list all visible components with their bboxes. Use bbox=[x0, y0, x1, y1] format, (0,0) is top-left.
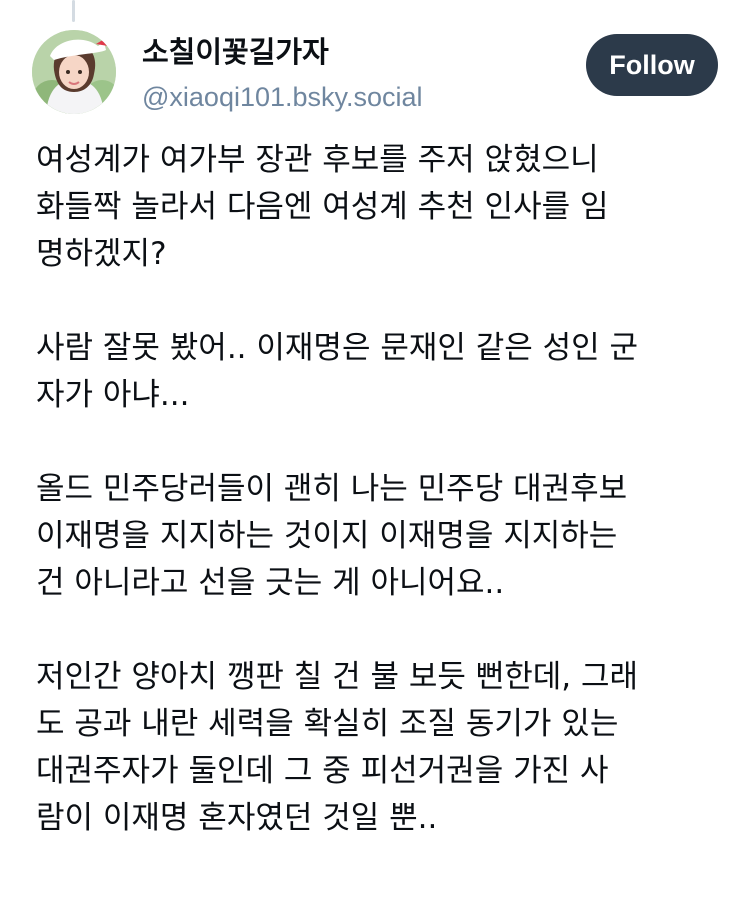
thread-connector-line bbox=[72, 0, 75, 22]
post-body: 여성계가 여가부 장관 후보를 주저 앉혔으니 화들짝 놀라서 다음엔 여성계 … bbox=[36, 137, 726, 889]
post-paragraph: 여성계가 여가부 장관 후보를 주저 앉혔으니 화들짝 놀라서 다음엔 여성계 … bbox=[36, 142, 609, 272]
avatar[interactable] bbox=[32, 30, 116, 114]
post-paragraph: 올드 민주당러들이 괜히 나는 민주당 대권후보 이재명을 지지하는 것이지 이… bbox=[36, 471, 628, 601]
avatar-photo-icon bbox=[32, 30, 116, 114]
author-handle[interactable]: @xiaoqi101.bsky.social bbox=[142, 78, 423, 116]
author-names: 소칠이꽃길가자 @xiaoqi101.bsky.social bbox=[142, 32, 423, 116]
author-display-name[interactable]: 소칠이꽃길가자 bbox=[142, 32, 423, 72]
post-paragraph: 사람 잘못 봤어.. 이재명은 문재인 같은 성인 군 자가 아냐... bbox=[36, 330, 639, 413]
follow-button[interactable]: Follow bbox=[586, 34, 718, 96]
post-paragraph: 저인간 양아치 깽판 칠 건 불 보듯 뻔한데, 그래 도 공과 내란 세력을 … bbox=[36, 659, 639, 836]
post-header: 소칠이꽃길가자 @xiaoqi101.bsky.social Follow bbox=[32, 30, 718, 120]
